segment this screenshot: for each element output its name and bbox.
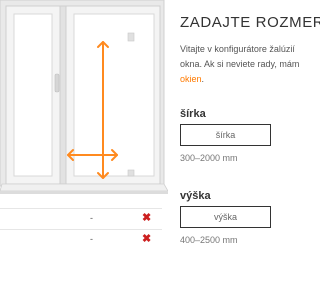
- intro-line-2: okna. Ak si neviete rady, mám: [180, 59, 300, 69]
- summary-row: - ✖: [0, 229, 162, 252]
- intro-link-suffix: .: [201, 74, 205, 84]
- summary-value: -: [90, 234, 93, 244]
- height-label: výška: [180, 190, 211, 202]
- width-hint: 300–2000 mm: [180, 153, 238, 163]
- window-illustration: [0, 0, 168, 212]
- width-label: šírka: [180, 108, 206, 120]
- summary-row: - ✖: [0, 208, 162, 229]
- height-hint: 400–2500 mm: [180, 235, 238, 245]
- close-x-icon[interactable]: ✖: [142, 232, 151, 245]
- page-title: ZADAJTE ROZMERY: [180, 14, 320, 31]
- height-input[interactable]: [180, 206, 271, 228]
- windows-link[interactable]: okien: [180, 74, 202, 84]
- close-x-icon[interactable]: ✖: [142, 211, 151, 224]
- summary-value: -: [90, 213, 93, 223]
- width-input[interactable]: [180, 124, 271, 146]
- window-drawing: [0, 0, 168, 194]
- intro-line-1: Vitajte v konfigurátore žalúzií: [180, 44, 295, 54]
- summary-table: - ✖ - ✖: [0, 208, 162, 252]
- intro-text: Vitajte v konfigurátore žalúzií okna. Ak…: [180, 42, 320, 87]
- intro-line-3: okien.: [180, 72, 320, 87]
